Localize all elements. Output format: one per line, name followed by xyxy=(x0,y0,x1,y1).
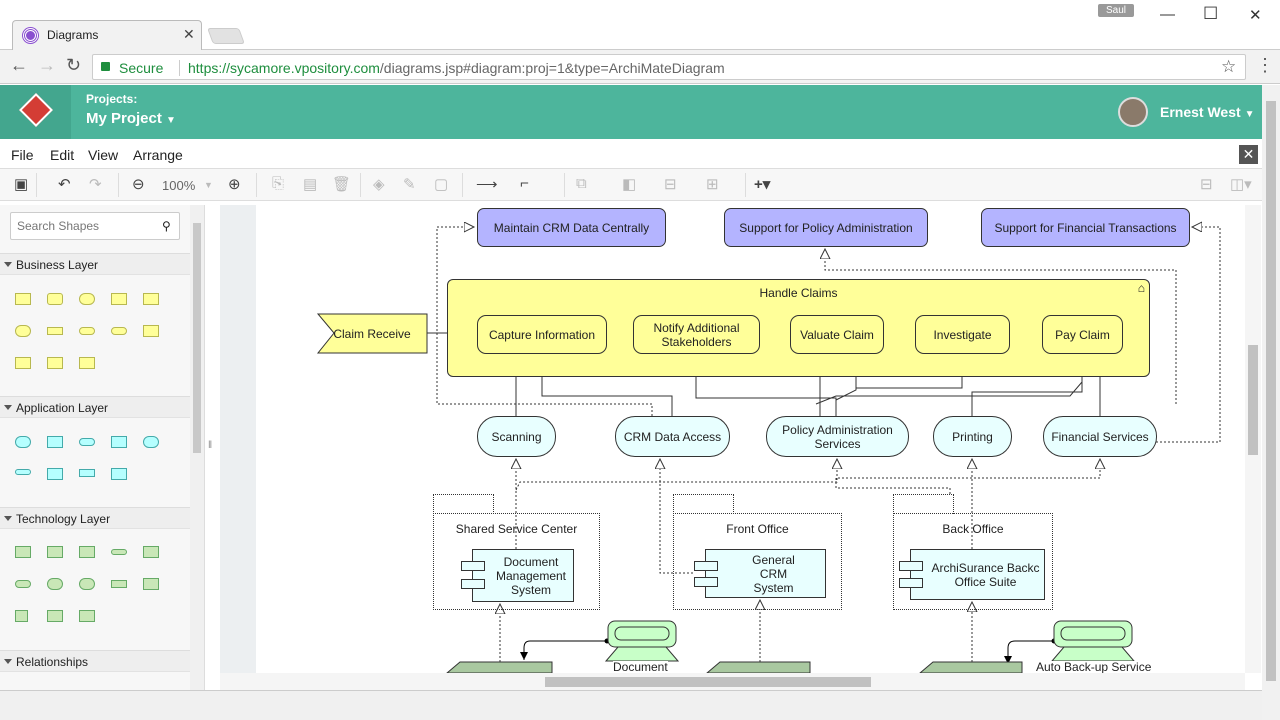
component-document-management[interactable]: Document Management System xyxy=(461,549,574,602)
service-financial[interactable]: Financial Services xyxy=(1043,416,1157,457)
realization-connector xyxy=(835,459,1100,494)
component-label: Document Management System xyxy=(495,554,567,597)
service-crm-data-access[interactable]: CRM Data Access xyxy=(615,416,730,457)
device-label-backup: Auto Back-up Service xyxy=(1036,660,1152,674)
process-capture-information[interactable]: Capture Information xyxy=(477,315,607,354)
node-shape xyxy=(445,661,553,674)
service-scanning[interactable]: Scanning xyxy=(477,416,556,457)
group-tab xyxy=(673,494,734,514)
goal-maintain-crm[interactable]: Maintain CRM Data Centrally xyxy=(477,208,666,247)
scrollbar-thumb[interactable] xyxy=(1248,345,1258,455)
realization-connector xyxy=(515,459,837,491)
goal-financial-transactions[interactable]: Support for Financial Transactions xyxy=(981,208,1190,247)
device-label-document: Document xyxy=(613,660,668,674)
service-policy-administration[interactable]: Policy Administration Services xyxy=(766,416,909,457)
canvas-horizontal-scrollbar[interactable] xyxy=(220,673,1245,690)
component-label: ArchiSurance Backc Office Suite xyxy=(931,560,1040,589)
group-tab xyxy=(893,494,954,514)
realization-connector xyxy=(1156,227,1221,443)
component-backoffice-suite[interactable]: ArchiSurance Backc Office Suite xyxy=(899,549,1045,600)
process-pay-claim[interactable]: Pay Claim xyxy=(1042,315,1123,354)
component-label: General CRM System xyxy=(752,552,795,595)
goal-policy-administration[interactable]: Support for Policy Administration xyxy=(724,208,928,247)
service-printing[interactable]: Printing xyxy=(933,416,1012,457)
scrollbar-thumb[interactable] xyxy=(545,677,871,687)
event-claim-receive[interactable]: Claim Receive xyxy=(330,327,414,341)
canvas-vertical-scrollbar[interactable] xyxy=(1245,205,1261,673)
function-label: Handle Claims xyxy=(759,286,838,300)
process-notify-stakeholders[interactable]: Notify Additional Stakeholders xyxy=(633,315,760,354)
process-investigate[interactable]: Investigate xyxy=(915,315,1010,354)
node-shape xyxy=(705,661,811,674)
process-valuate-claim[interactable]: Valuate Claim xyxy=(790,315,884,354)
node-shape xyxy=(918,661,1023,674)
group-tab xyxy=(433,494,494,514)
status-bar xyxy=(0,690,1262,720)
component-general-crm[interactable]: General CRM System xyxy=(694,549,826,598)
function-icon: ⌂ xyxy=(1137,281,1145,295)
assignment-connector xyxy=(520,638,610,660)
browser-scrollbar[interactable] xyxy=(1262,85,1280,720)
scrollbar-thumb[interactable] xyxy=(1266,101,1276,681)
